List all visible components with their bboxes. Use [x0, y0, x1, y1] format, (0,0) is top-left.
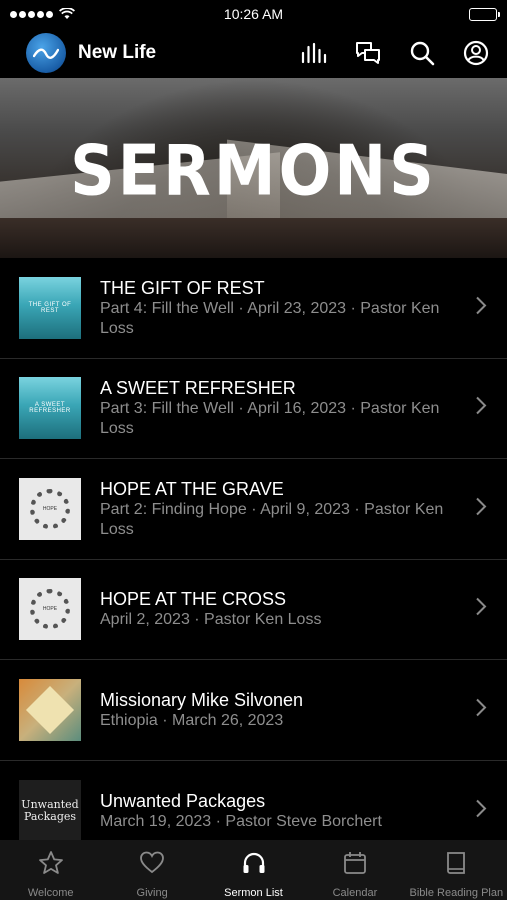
chevron-right-icon [475, 396, 487, 421]
app-logo[interactable] [26, 33, 66, 73]
tab-calendar[interactable]: Calendar [304, 840, 405, 900]
sermon-subtitle: Part 2: Finding Hope · April 9, 2023 · P… [100, 500, 444, 538]
signal-indicator [10, 8, 75, 20]
headphones-icon [241, 850, 267, 881]
tab-sermon-list[interactable]: Sermon List [203, 840, 304, 900]
sermon-thumbnail: Unwanted Packages [19, 779, 81, 842]
sermon-list-item[interactable]: THE GIFT OF REST THE GIFT OF REST Part 4… [0, 258, 507, 359]
thorn-wreath-icon: HOPE [30, 589, 70, 630]
tab-welcome[interactable]: Welcome [0, 840, 101, 900]
search-icon[interactable] [407, 38, 437, 68]
thorn-wreath-icon: HOPE [30, 488, 70, 529]
status-time: 10:26 AM [223, 6, 284, 22]
star-icon [38, 850, 64, 881]
sermon-title: HOPE AT THE CROSS [100, 589, 287, 610]
book-cover [0, 218, 507, 258]
wifi-icon [59, 8, 75, 20]
chevron-right-icon [475, 597, 487, 622]
sermon-title: A SWEET REFRESHER [100, 378, 296, 399]
sermon-list-item[interactable]: HOPE HOPE AT THE GRAVE Part 2: Finding H… [0, 459, 507, 560]
sermon-title: HOPE AT THE GRAVE [100, 478, 284, 499]
sermon-thumbnail: HOPE [19, 578, 81, 641]
tab-label: Welcome [27, 887, 74, 899]
calendar-icon [342, 850, 368, 881]
header-actions [299, 38, 491, 68]
sermon-text: HOPE AT THE GRAVE Part 2: Finding Hope ·… [100, 478, 507, 540]
sermon-thumbnail: THE GIFT OF REST [19, 276, 81, 339]
sermon-thumbnail [19, 678, 81, 741]
sermon-thumbnail: A SWEET REFRESHER [19, 377, 81, 440]
bottom-tab-bar: Welcome Giving Sermon List Calendar Bibl… [0, 840, 507, 900]
sermon-list-item[interactable]: A SWEET REFRESHER A SWEET REFRESHER Part… [0, 359, 507, 459]
heart-icon [139, 850, 165, 881]
book-icon [443, 850, 469, 881]
chevron-right-icon [475, 697, 487, 722]
app-title: New Life [78, 42, 157, 63]
sermon-subtitle: Part 4: Fill the Well · April 23, 2023 ·… [100, 299, 440, 337]
sermon-title: Missionary Mike Silvonen [100, 689, 304, 710]
sermon-thumbnail: HOPE [19, 477, 81, 540]
chevron-right-icon [475, 496, 487, 521]
signal-dots-icon [10, 10, 53, 18]
sermon-subtitle: March 19, 2023 · Pastor Steve Borchert [100, 812, 382, 830]
battery-icon [469, 7, 500, 21]
sermon-text: Missionary Mike Silvonen Ethiopia · Marc… [100, 689, 507, 731]
sermon-text: HOPE AT THE CROSS April 2, 2023 · Pastor… [100, 588, 507, 630]
sermon-subtitle: Part 3: Fill the Well · April 16, 2023 ·… [100, 400, 440, 438]
sermon-subtitle: April 2, 2023 · Pastor Ken Loss [100, 611, 322, 629]
chevron-right-icon [475, 798, 487, 823]
sermon-title: Unwanted Packages [100, 790, 266, 811]
chat-bubbles-icon[interactable] [353, 38, 383, 68]
tab-bible-reading-plan[interactable]: Bible Reading Plan [406, 840, 507, 900]
sermon-text: THE GIFT OF REST Part 4: Fill the Well ·… [100, 277, 507, 339]
sermon-text: A SWEET REFRESHER Part 3: Fill the Well … [100, 377, 507, 439]
tab-label: Giving [136, 887, 168, 899]
hero-title: SERMONS [70, 129, 437, 212]
sermon-list-item[interactable]: HOPE HOPE AT THE CROSS April 2, 2023 · P… [0, 560, 507, 660]
chevron-right-icon [475, 295, 487, 320]
tab-label: Bible Reading Plan [409, 887, 504, 899]
sermon-list-item[interactable]: Missionary Mike Silvonen Ethiopia · Marc… [0, 660, 507, 761]
hero-banner: SERMONS [0, 78, 507, 258]
audio-bars-icon[interactable] [299, 38, 329, 68]
status-bar: 10:26 AM [0, 0, 507, 28]
tab-label: Sermon List [224, 887, 283, 899]
sermon-subtitle: Ethiopia · March 26, 2023 [100, 711, 284, 729]
sermon-title: THE GIFT OF REST [100, 277, 265, 298]
sermon-list: THE GIFT OF REST THE GIFT OF REST Part 4… [0, 258, 507, 861]
tab-giving[interactable]: Giving [101, 840, 202, 900]
app-header: New Life [0, 28, 507, 78]
tab-label: Calendar [332, 887, 378, 899]
profile-icon[interactable] [461, 38, 491, 68]
sermon-text: Unwanted Packages March 19, 2023 · Pasto… [100, 790, 507, 832]
